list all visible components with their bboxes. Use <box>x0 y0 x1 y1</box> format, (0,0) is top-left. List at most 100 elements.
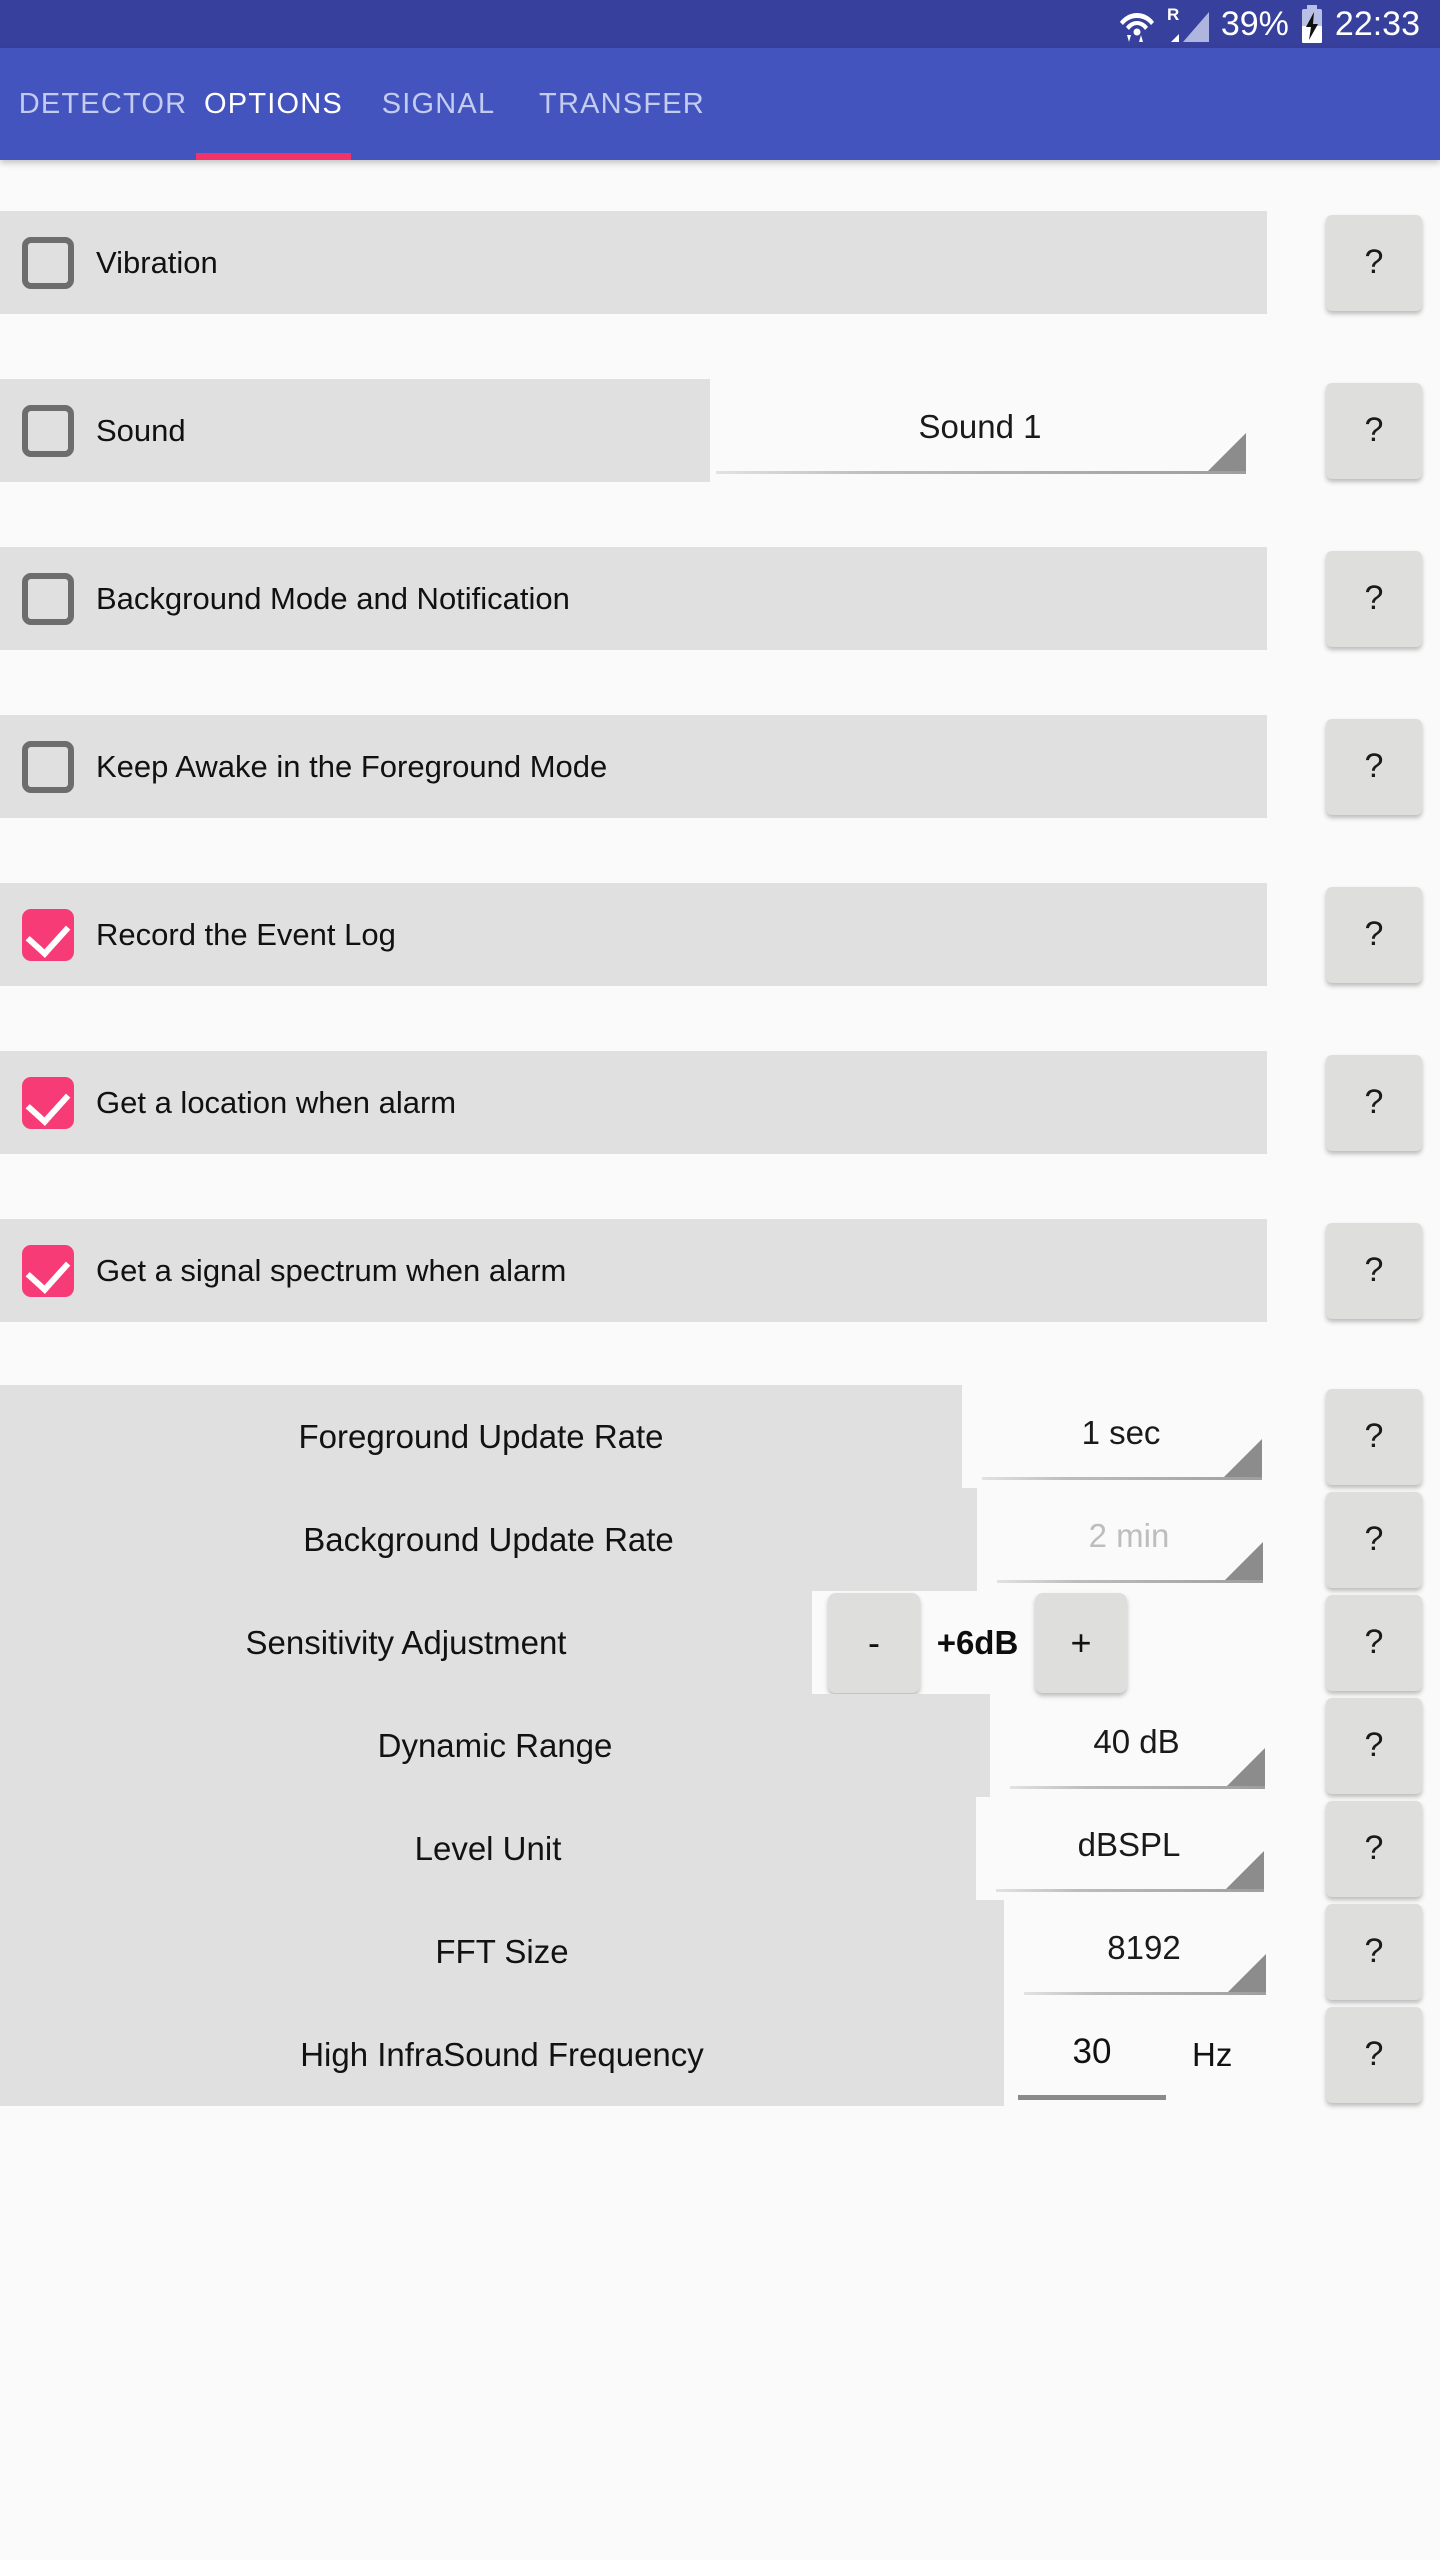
help-button-background-update-rate[interactable]: ? <box>1326 1491 1422 1588</box>
roaming-indicator: R <box>1167 4 1211 44</box>
sound-checkbox[interactable] <box>22 404 74 457</box>
level-unit-label: Level Unit <box>414 1829 562 1867</box>
get-location-row-body[interactable]: Get a location when alarm <box>0 1051 1267 1154</box>
foreground-update-rate-value: 1 sec <box>1081 1413 1161 1451</box>
status-bar: R 39% 22:33 <box>0 0 1440 48</box>
row-dynamic-range: Dynamic Range 40 dB ? <box>0 1694 1440 1797</box>
help-button-background-mode[interactable]: ? <box>1326 550 1422 647</box>
tab-bar: DETECTOR OPTIONS SIGNAL TRANSFER <box>0 48 1440 160</box>
background-mode-label: Background Mode and Notification <box>96 580 570 616</box>
row-foreground-update-rate: Foreground Update Rate 1 sec ? <box>0 1385 1440 1488</box>
foreground-update-rate-label: Foreground Update Rate <box>298 1417 664 1455</box>
help-button-high-infrasound-frequency[interactable]: ? <box>1326 2006 1422 2103</box>
input-underline <box>1018 2095 1166 2100</box>
vibration-checkbox[interactable] <box>22 236 74 289</box>
sensitivity-adjustment-slab: Sensitivity Adjustment <box>0 1591 812 1694</box>
spinner-underline <box>1024 1992 1266 1995</box>
spinner-underline <box>997 1580 1263 1583</box>
level-unit-value: dBSPL <box>1077 1825 1181 1863</box>
row-record-event-log: Record the Event Log ? <box>0 883 1440 986</box>
fft-size-spinner[interactable]: 8192 <box>1018 1900 1270 2003</box>
tab-transfer[interactable]: TRANSFER <box>522 48 722 160</box>
help-button-sensitivity-adjustment[interactable]: ? <box>1326 1594 1422 1691</box>
clock: 22:33 <box>1334 4 1420 43</box>
get-location-label: Get a location when alarm <box>96 1084 457 1120</box>
level-unit-spinner[interactable]: dBSPL <box>990 1797 1268 1900</box>
high-infrasound-frequency-value: 30 <box>1072 2031 1112 2071</box>
sound-spinner-value: Sound 1 <box>918 407 1042 445</box>
battery-percent: 39% <box>1220 5 1289 43</box>
help-button-level-unit[interactable]: ? <box>1326 1800 1422 1897</box>
tab-options-label: OPTIONS <box>204 87 343 120</box>
vibration-label: Vibration <box>96 244 218 280</box>
dynamic-range-spinner[interactable]: 40 dB <box>1004 1694 1269 1797</box>
sensitivity-decrement-button[interactable]: - <box>828 1592 920 1693</box>
record-event-log-checkbox[interactable] <box>22 908 74 961</box>
tab-transfer-label: TRANSFER <box>539 87 705 120</box>
background-update-rate-label: Background Update Rate <box>303 1520 674 1558</box>
dynamic-range-label: Dynamic Range <box>377 1726 613 1764</box>
row-sensitivity-adjustment: Sensitivity Adjustment - +6dB + ? <box>0 1591 1440 1694</box>
chevron-down-icon <box>1224 1439 1262 1477</box>
keep-awake-label: Keep Awake in the Foreground Mode <box>96 748 608 784</box>
help-button-sound[interactable]: ? <box>1326 382 1422 479</box>
help-button-foreground-update-rate[interactable]: ? <box>1326 1388 1422 1485</box>
background-update-rate-spinner[interactable]: 2 min <box>991 1488 1267 1591</box>
keep-awake-row-body[interactable]: Keep Awake in the Foreground Mode <box>0 715 1267 818</box>
svg-text:R: R <box>1167 5 1179 24</box>
background-mode-row-body[interactable]: Background Mode and Notification <box>0 547 1267 650</box>
fft-size-label: FFT Size <box>435 1932 569 1970</box>
sound-label: Sound <box>96 412 186 448</box>
dynamic-range-slab: Dynamic Range <box>0 1694 990 1797</box>
level-unit-slab: Level Unit <box>0 1797 976 1900</box>
status-icons: R 39% <box>1117 4 1325 44</box>
chevron-down-icon <box>1227 1748 1265 1786</box>
spinner-underline <box>996 1889 1264 1892</box>
get-spectrum-row-body[interactable]: Get a signal spectrum when alarm <box>0 1219 1267 1322</box>
sensitivity-adjustment-label: Sensitivity Adjustment <box>245 1623 567 1661</box>
get-location-checkbox[interactable] <box>22 1076 74 1129</box>
tab-options[interactable]: OPTIONS <box>196 48 351 160</box>
help-button-dynamic-range[interactable]: ? <box>1326 1697 1422 1794</box>
chevron-down-icon <box>1228 1954 1266 1992</box>
row-sound: Sound Sound 1 ? <box>0 379 1440 482</box>
high-infrasound-frequency-input[interactable]: 30 <box>1012 2003 1172 2106</box>
get-spectrum-checkbox[interactable] <box>22 1244 74 1297</box>
spinner-underline <box>982 1477 1262 1480</box>
high-infrasound-frequency-slab: High InfraSound Frequency <box>0 2003 1004 2106</box>
sensitivity-value: +6dB <box>936 1623 1019 1661</box>
tab-signal-label: SIGNAL <box>381 87 496 120</box>
sensitivity-increment-button[interactable]: + <box>1035 1592 1127 1693</box>
foreground-update-rate-slab: Foreground Update Rate <box>0 1385 962 1488</box>
record-event-log-label: Record the Event Log <box>96 916 396 952</box>
fft-size-value: 8192 <box>1107 1928 1181 1966</box>
spinner-underline <box>1010 1786 1265 1789</box>
foreground-update-rate-spinner[interactable]: 1 sec <box>976 1385 1266 1488</box>
help-button-vibration[interactable]: ? <box>1326 214 1422 311</box>
help-button-get-spectrum[interactable]: ? <box>1326 1222 1422 1319</box>
row-fft-size: FFT Size 8192 ? <box>0 1900 1440 2003</box>
tab-signal[interactable]: SIGNAL <box>361 48 516 160</box>
tab-detector-label: DETECTOR <box>18 87 188 120</box>
fft-size-slab: FFT Size <box>0 1900 1004 2003</box>
row-high-infrasound-frequency: High InfraSound Frequency 30 Hz ? <box>0 2003 1440 2106</box>
background-mode-checkbox[interactable] <box>22 572 74 625</box>
background-update-rate-value: 2 min <box>1088 1516 1170 1554</box>
record-event-log-row-body[interactable]: Record the Event Log <box>0 883 1267 986</box>
battery-charging-icon <box>1299 4 1325 44</box>
help-button-get-location[interactable]: ? <box>1326 1054 1422 1151</box>
chevron-down-icon <box>1226 1851 1264 1889</box>
help-button-fft-size[interactable]: ? <box>1326 1903 1422 2000</box>
keep-awake-checkbox[interactable] <box>22 740 74 793</box>
high-infrasound-frequency-label: High InfraSound Frequency <box>300 2035 704 2073</box>
tab-indicator-active <box>196 153 351 160</box>
help-button-record-event-log[interactable]: ? <box>1326 886 1422 983</box>
tab-detector[interactable]: DETECTOR <box>18 48 188 160</box>
row-get-location: Get a location when alarm ? <box>0 1051 1440 1154</box>
vibration-row-body[interactable]: Vibration <box>0 211 1267 314</box>
help-button-keep-awake[interactable]: ? <box>1326 718 1422 815</box>
spinner-underline <box>716 471 1246 474</box>
sound-row-body[interactable]: Sound <box>0 379 710 482</box>
sound-spinner[interactable]: Sound 1 <box>710 379 1250 482</box>
row-level-unit: Level Unit dBSPL ? <box>0 1797 1440 1900</box>
